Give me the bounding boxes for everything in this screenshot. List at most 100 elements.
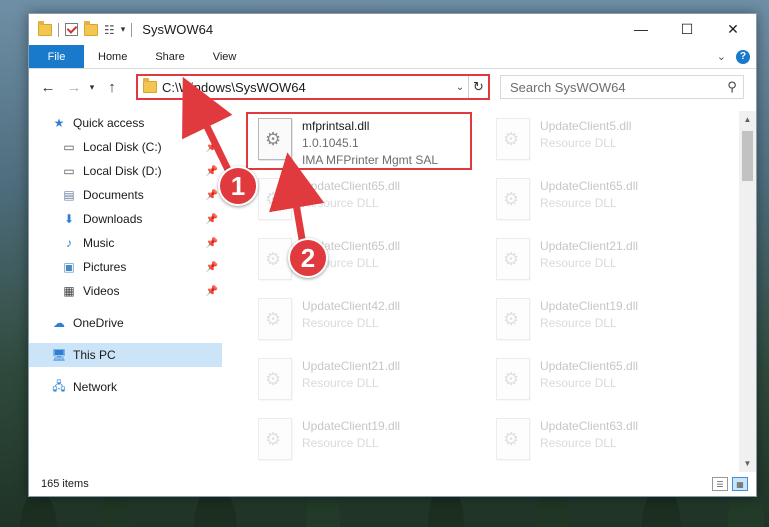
customize-toolbar-icon[interactable]: ▾ bbox=[121, 24, 126, 35]
file-details: mfprintsal.dll 1.0.1045.1 IMA MFPrinter … bbox=[302, 115, 438, 167]
nav-item-label: Videos bbox=[83, 284, 120, 298]
recent-locations-icon[interactable]: ▾ bbox=[85, 76, 99, 98]
nav-item-music[interactable]: ♪ Music 📌 bbox=[29, 231, 222, 255]
file-tile[interactable]: UpdateClient65.dll Resource DLL bbox=[244, 175, 472, 231]
pin-icon[interactable]: 📌 bbox=[206, 190, 218, 201]
minimize-button[interactable]: — bbox=[618, 14, 664, 44]
file-tile[interactable]: UpdateClient63.dll Resource DLL bbox=[482, 415, 710, 471]
nav-item-local-disk-c[interactable]: ▭ Local Disk (C:) 📌 bbox=[29, 135, 222, 159]
help-icon[interactable]: ? bbox=[736, 49, 750, 64]
maximize-button[interactable]: ☐ bbox=[664, 14, 710, 44]
file-description: Resource DLL bbox=[302, 316, 379, 330]
file-name: UpdateClient65.dll bbox=[540, 179, 639, 193]
nav-item-videos[interactable]: ▦ Videos 📌 bbox=[29, 279, 222, 303]
file-description: IMA MFPrinter Mgmt SAL bbox=[302, 153, 439, 167]
pin-icon[interactable]: 📌 bbox=[206, 166, 218, 177]
ribbon-tabs: File Home Share View ⌄ ? bbox=[29, 45, 756, 69]
expand-ribbon-icon[interactable]: ⌄ bbox=[717, 50, 726, 63]
back-arrow-icon[interactable]: ← bbox=[37, 76, 59, 98]
file-name: UpdateClient19.dll bbox=[540, 299, 639, 313]
scroll-down-icon[interactable]: ▼ bbox=[739, 455, 756, 472]
vertical-scrollbar[interactable]: ▲ ▼ bbox=[739, 111, 756, 472]
properties-icon[interactable]: ☷ bbox=[104, 23, 115, 37]
dll-file-icon bbox=[258, 418, 292, 460]
dll-file-icon bbox=[258, 238, 292, 280]
cloud-icon: ☁ bbox=[53, 316, 65, 330]
toolbar-divider bbox=[131, 22, 133, 37]
dll-file-icon bbox=[496, 118, 530, 160]
file-description: Resource DLL bbox=[540, 136, 617, 150]
file-name: UpdateClient5.dll bbox=[540, 119, 632, 133]
file-list: mfprintsal.dll 1.0.1045.1 IMA MFPrinter … bbox=[234, 111, 739, 472]
file-name: mfprintsal.dll bbox=[302, 119, 370, 133]
file-details: UpdateClient65.dll Resource DLL bbox=[540, 175, 638, 210]
dll-file-icon bbox=[258, 178, 292, 220]
file-details: UpdateClient65.dll Resource DLL bbox=[540, 355, 638, 390]
pin-icon[interactable]: 📌 bbox=[206, 142, 218, 153]
new-folder-icon[interactable] bbox=[84, 20, 98, 36]
file-name: UpdateClient65.dll bbox=[302, 179, 401, 193]
dll-file-icon bbox=[258, 298, 292, 340]
nav-item-documents[interactable]: ▤ Documents 📌 bbox=[29, 183, 222, 207]
nav-item-downloads[interactable]: ⬇ Downloads 📌 bbox=[29, 207, 222, 231]
nav-item-label: OneDrive bbox=[73, 316, 124, 330]
pin-icon[interactable]: 📌 bbox=[206, 238, 218, 249]
tab-view[interactable]: View bbox=[199, 45, 251, 68]
file-tile[interactable]: UpdateClient42.dll Resource DLL bbox=[244, 295, 472, 351]
pin-icon[interactable]: 📌 bbox=[206, 214, 218, 225]
tiles-view-icon[interactable]: ▦ bbox=[732, 477, 748, 491]
close-button[interactable]: ✕ bbox=[710, 14, 756, 44]
forward-arrow-icon[interactable]: → bbox=[63, 76, 85, 98]
tab-share[interactable]: Share bbox=[141, 45, 198, 68]
nav-item-this-pc[interactable]: 🖥 This PC bbox=[29, 343, 222, 367]
step-badge-1: 1 bbox=[218, 166, 258, 206]
pin-icon[interactable]: 📌 bbox=[206, 286, 218, 297]
scroll-thumb[interactable] bbox=[742, 131, 753, 181]
search-icon[interactable]: ⚲ bbox=[721, 79, 743, 95]
scroll-up-icon[interactable]: ▲ bbox=[739, 111, 756, 128]
search-input[interactable] bbox=[510, 79, 721, 95]
nav-item-quick-access[interactable]: ★ Quick access bbox=[29, 111, 222, 135]
nav-item-pictures[interactable]: ▣ Pictures 📌 bbox=[29, 255, 222, 279]
file-details: UpdateClient5.dll Resource DLL bbox=[540, 115, 631, 150]
tab-home[interactable]: Home bbox=[84, 45, 141, 68]
pictures-icon: ▣ bbox=[63, 260, 75, 274]
search-box[interactable]: ⚲ bbox=[500, 75, 744, 99]
file-tile[interactable]: mfprintsal.dll 1.0.1045.1 IMA MFPrinter … bbox=[244, 115, 472, 171]
file-details: UpdateClient21.dll Resource DLL bbox=[540, 235, 638, 270]
file-tile[interactable]: UpdateClient19.dll Resource DLL bbox=[244, 415, 472, 471]
up-arrow-icon[interactable]: ↑ bbox=[101, 76, 123, 98]
file-tile[interactable]: UpdateClient5.dll Resource DLL bbox=[482, 115, 710, 171]
file-tile[interactable]: UpdateClient65.dll Resource DLL bbox=[482, 355, 710, 411]
step-badge-2: 2 bbox=[288, 238, 328, 278]
details-view-icon[interactable]: ☰ bbox=[712, 477, 728, 491]
nav-item-label: Documents bbox=[83, 188, 144, 202]
videos-icon: ▦ bbox=[63, 284, 75, 298]
file-tile[interactable]: UpdateClient19.dll Resource DLL bbox=[482, 295, 710, 351]
tab-file[interactable]: File bbox=[29, 45, 84, 68]
file-tile[interactable]: UpdateClient21.dll Resource DLL bbox=[482, 235, 710, 291]
download-icon: ⬇ bbox=[63, 212, 75, 226]
file-tile[interactable]: UpdateClient21.dll Resource DLL bbox=[244, 355, 472, 411]
pin-icon[interactable]: 📌 bbox=[206, 262, 218, 273]
title-bar: ☷ ▾ SysWOW64 — ☐ ✕ bbox=[29, 14, 756, 45]
properties-check-icon[interactable] bbox=[65, 23, 78, 36]
nav-item-network[interactable]: 🖧 Network bbox=[29, 375, 222, 399]
file-description: Resource DLL bbox=[540, 376, 617, 390]
refresh-icon[interactable]: ↻ bbox=[468, 76, 488, 98]
toolbar-divider bbox=[58, 22, 59, 37]
nav-item-onedrive[interactable]: ☁ OneDrive bbox=[29, 311, 222, 335]
file-name: UpdateClient63.dll bbox=[540, 419, 639, 433]
file-tile[interactable]: UpdateClient65.dll Resource DLL bbox=[244, 235, 472, 291]
nav-item-label: Local Disk (D:) bbox=[83, 164, 162, 178]
file-details: UpdateClient63.dll Resource DLL bbox=[540, 415, 638, 450]
file-tile[interactable]: UpdateClient65.dll Resource DLL bbox=[482, 175, 710, 231]
address-bar[interactable]: C:\Windows\SysWOW64 ⌄ ↻ bbox=[136, 74, 490, 100]
nav-item-local-disk-d[interactable]: ▭ Local Disk (D:) 📌 bbox=[29, 159, 222, 183]
file-name: UpdateClient65.dll bbox=[540, 359, 639, 373]
address-path[interactable]: C:\Windows\SysWOW64 bbox=[162, 80, 452, 95]
file-version: 1.0.1045.1 bbox=[302, 136, 359, 150]
computer-icon: 🖥 bbox=[51, 348, 67, 362]
nav-item-label: Downloads bbox=[83, 212, 143, 226]
address-dropdown-icon[interactable]: ⌄ bbox=[452, 82, 468, 93]
